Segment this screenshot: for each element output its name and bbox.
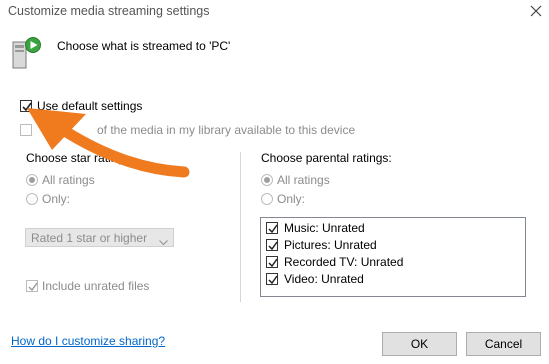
recorded-tv-unrated-checkbox[interactable] bbox=[266, 256, 278, 268]
cancel-button[interactable]: Cancel bbox=[466, 332, 541, 356]
help-link[interactable]: How do I customize sharing? bbox=[11, 334, 165, 348]
pictures-unrated-checkbox[interactable] bbox=[266, 239, 278, 251]
make-all-available-checkbox[interactable] bbox=[20, 124, 32, 136]
close-icon[interactable] bbox=[526, 2, 546, 20]
include-unrated-label: Include unrated files bbox=[42, 279, 150, 293]
star-all-ratings-radio[interactable] bbox=[26, 174, 38, 186]
parental-all-ratings-label: All ratings bbox=[277, 173, 330, 187]
star-rating-select[interactable]: Rated 1 star or higher bbox=[25, 228, 174, 247]
make-all-available-label: of the media in my library available to … bbox=[97, 123, 356, 137]
star-only-label: Only: bbox=[42, 192, 71, 206]
ok-button[interactable]: OK bbox=[382, 332, 457, 356]
media-streaming-icon bbox=[10, 36, 42, 72]
include-unrated-checkbox[interactable] bbox=[26, 280, 38, 292]
parental-only-radio[interactable] bbox=[261, 193, 273, 205]
list-item: Music: Unrated bbox=[284, 221, 365, 235]
chevron-down-icon bbox=[159, 235, 168, 249]
parental-only-label: Only: bbox=[277, 192, 306, 206]
use-default-checkbox[interactable] bbox=[20, 100, 32, 112]
parental-ratings-list[interactable]: Music: Unrated Pictures: Unrated Recorde… bbox=[260, 217, 526, 297]
list-item: Video: Unrated bbox=[284, 272, 364, 286]
parental-ratings-label: Choose parental ratings: bbox=[261, 151, 392, 165]
list-item: Pictures: Unrated bbox=[284, 238, 377, 252]
window-title: Customize media streaming settings bbox=[8, 4, 210, 18]
header-text: Choose what is streamed to 'PC' bbox=[57, 39, 231, 53]
video-unrated-checkbox[interactable] bbox=[266, 273, 278, 285]
use-default-label: Use default settings bbox=[37, 99, 143, 113]
parental-all-ratings-radio[interactable] bbox=[261, 174, 273, 186]
group-divider bbox=[240, 152, 241, 302]
star-all-ratings-label: All ratings bbox=[42, 173, 95, 187]
star-rating-select-value: Rated 1 star or higher bbox=[31, 231, 148, 245]
list-item: Recorded TV: Unrated bbox=[284, 255, 404, 269]
music-unrated-checkbox[interactable] bbox=[266, 222, 278, 234]
star-ratings-label: Choose star rating bbox=[26, 151, 125, 165]
star-only-radio[interactable] bbox=[26, 193, 38, 205]
